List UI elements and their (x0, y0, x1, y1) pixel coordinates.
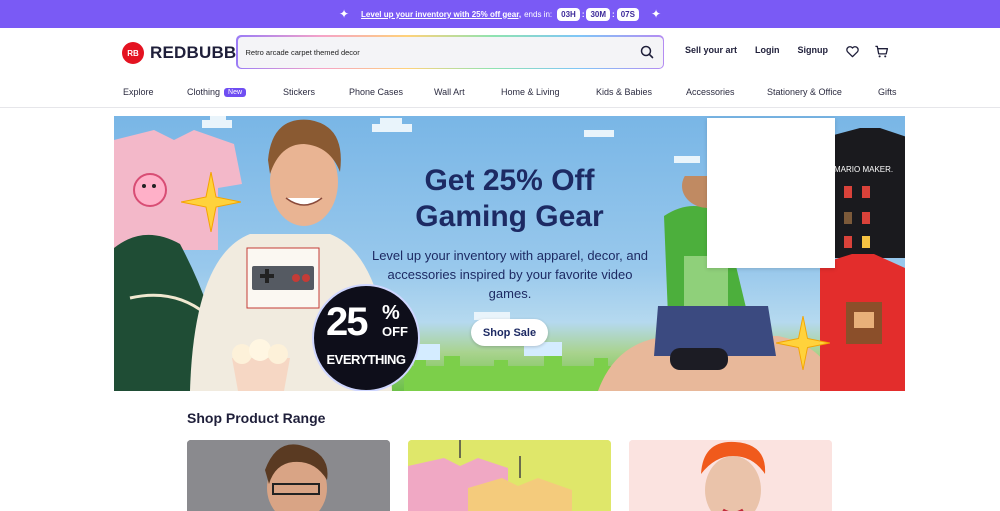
search-icon[interactable] (639, 44, 655, 60)
countdown-hours: 03H (557, 7, 580, 21)
sparkle-icon: ✦ (338, 7, 350, 21)
discount-number: 25 (326, 300, 368, 344)
nav-item-label: Clothing (187, 87, 221, 97)
nav-item-wall-art[interactable]: Wall Art (434, 87, 465, 97)
promo-link[interactable]: Level up your inventory with 25% off gea… (361, 10, 521, 19)
countdown-minutes: 30M (586, 7, 611, 21)
cart-icon[interactable] (874, 44, 889, 59)
nav-item-explore[interactable]: Explore (123, 87, 154, 97)
search-input[interactable] (245, 47, 639, 57)
section-title: Shop Product Range (187, 410, 326, 426)
nav-item-gifts[interactable]: Gifts (878, 87, 897, 97)
sparkle-icon: ✦ (650, 7, 662, 21)
popcorn-image (232, 339, 290, 391)
nav-item-kids-babies[interactable]: Kids & Babies (596, 87, 652, 97)
nav-item-stationery-office[interactable]: Stationery & Office (767, 87, 842, 97)
nav-item-phone-cases[interactable]: Phone Cases (349, 87, 403, 97)
site-header: RB REDBUBBLE Sell your art Login Signup (0, 28, 1000, 76)
product-card-image (629, 440, 832, 511)
nav-item-clothing[interactable]: Clothing New (187, 87, 247, 97)
login-link[interactable]: Login (755, 45, 780, 55)
signup-link[interactable]: Signup (798, 45, 829, 55)
category-nav: Explore Clothing New Stickers Phone Cases… (0, 80, 1000, 108)
header-links: Sell your art Login Signup (685, 45, 846, 55)
product-card-image (408, 440, 611, 511)
discount-percent-sign: % (382, 302, 400, 324)
discount-badge: 25 % OFF EVERYTHING (312, 284, 420, 391)
discount-off-label: OFF (382, 324, 408, 339)
sparkle-icon (776, 316, 830, 370)
promo-bar: ✦ Level up your inventory with 25% off g… (0, 0, 1000, 28)
logo-mark-icon: RB (122, 42, 144, 64)
mario-maker-shirt-text: MARIO MAKER. (834, 165, 893, 174)
red-tshirt-image (820, 254, 905, 391)
nav-item-home-living[interactable]: Home & Living (501, 87, 560, 97)
blank-overlay-panel (707, 118, 835, 268)
hero-banner[interactable]: Get 25% Off Gaming Gear Level up your in… (114, 116, 905, 391)
search-bar (236, 35, 664, 69)
new-badge: New (224, 88, 247, 97)
nav-item-accessories[interactable]: Accessories (686, 87, 735, 97)
shop-sale-button[interactable]: Shop Sale (471, 319, 548, 346)
nav-item-stickers[interactable]: Stickers (283, 87, 315, 97)
sell-your-art-link[interactable]: Sell your art (685, 45, 737, 55)
product-card[interactable] (629, 440, 832, 511)
promo-ends-label: ends in: (524, 9, 553, 19)
heart-icon[interactable] (845, 44, 860, 59)
black-tshirt-image: MARIO MAKER. (830, 128, 905, 258)
product-card[interactable] (187, 440, 390, 511)
countdown-seconds: 07S (616, 7, 639, 21)
product-card[interactable] (408, 440, 611, 511)
product-card-image (187, 440, 390, 511)
discount-everything-label: EVERYTHING (326, 352, 406, 367)
